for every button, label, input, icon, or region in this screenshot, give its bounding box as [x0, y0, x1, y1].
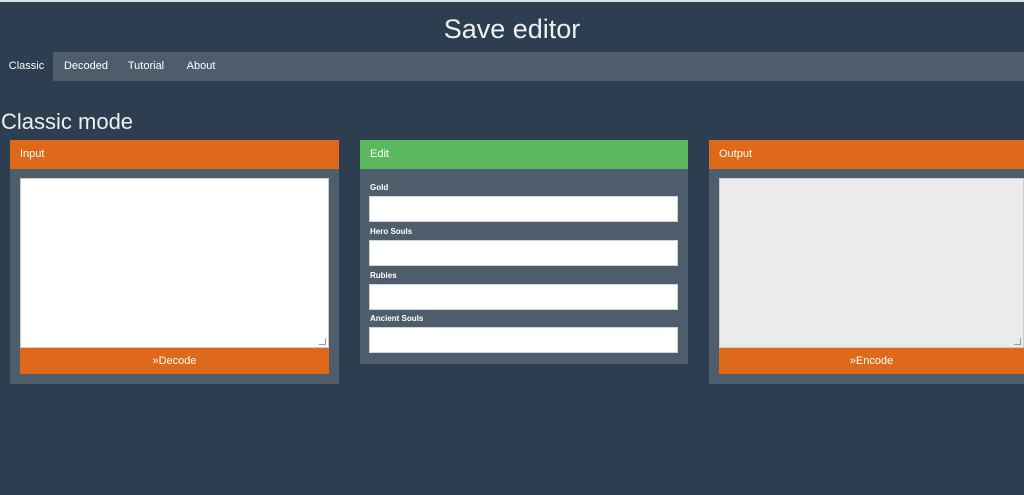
resize-grip-icon[interactable]	[319, 338, 326, 345]
resize-grip-icon[interactable]	[1014, 338, 1021, 345]
ancient-souls-label: Ancient Souls	[370, 314, 424, 323]
output-textarea[interactable]	[719, 178, 1024, 348]
tab-decoded[interactable]: Decoded	[54, 52, 118, 81]
encode-button[interactable]: »Encode	[719, 348, 1024, 374]
ancient-souls-input[interactable]	[369, 327, 678, 353]
gold-input[interactable]	[369, 196, 678, 222]
tab-about[interactable]: About	[174, 52, 228, 81]
hero-souls-input[interactable]	[369, 240, 678, 266]
section-title: Classic mode	[1, 109, 134, 134]
gold-label: Gold	[370, 183, 389, 192]
encode-button-label: Encode	[855, 355, 894, 367]
decode-button[interactable]: »Decode	[20, 348, 329, 374]
input-panel-heading: Input	[10, 140, 339, 169]
page-title: Save editor	[443, 14, 581, 44]
input-textarea[interactable]	[20, 178, 329, 348]
decode-button-label: Decode	[158, 355, 197, 367]
rubies-input[interactable]	[369, 284, 678, 310]
output-panel: Output »Encode	[709, 140, 1024, 384]
edit-panel: Edit Gold Hero Souls Rubies Ancient Soul…	[360, 140, 688, 364]
edit-panel-heading: Edit	[360, 140, 688, 169]
top-border	[0, 0, 1024, 2]
output-panel-heading: Output	[709, 140, 1024, 169]
rubies-label: Rubies	[370, 271, 397, 280]
tab-tutorial[interactable]: Tutorial	[118, 52, 174, 81]
hero-souls-label: Hero Souls	[370, 227, 413, 236]
tab-bar: Classic Decoded Tutorial About	[0, 52, 1024, 81]
tab-classic[interactable]: Classic	[0, 52, 53, 81]
input-panel: Input »Decode	[10, 140, 339, 384]
